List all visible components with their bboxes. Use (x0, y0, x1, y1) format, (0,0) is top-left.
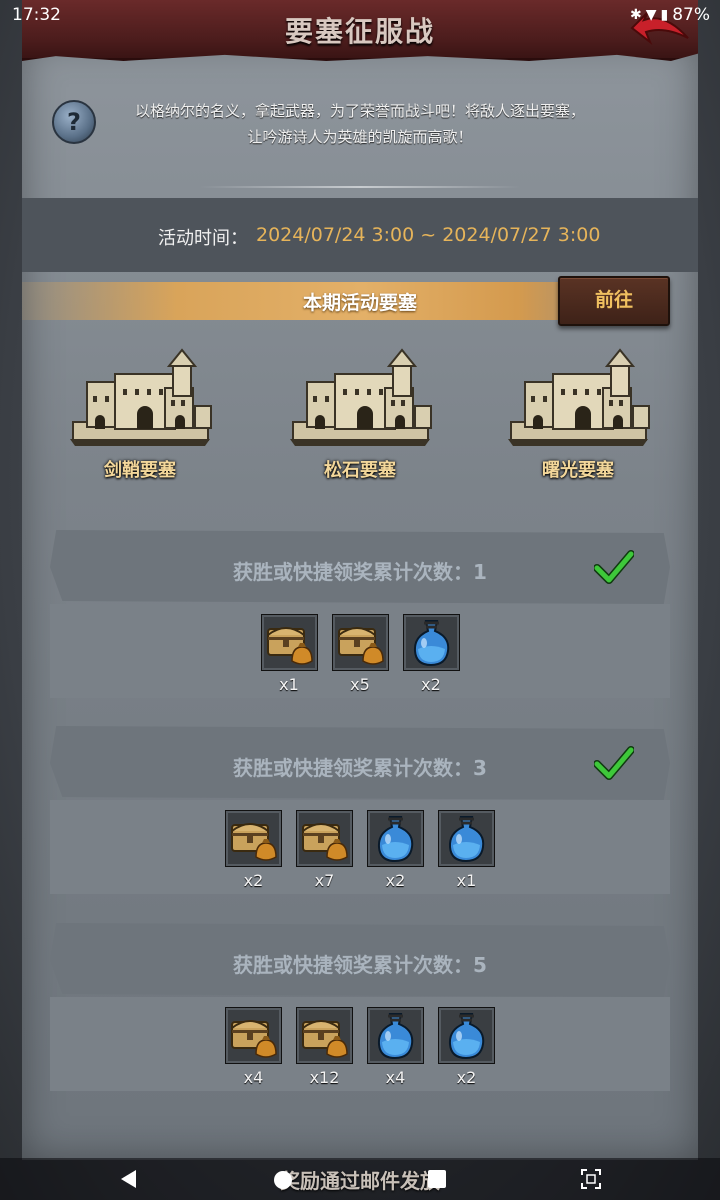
fortress-card[interactable]: 松石要塞 (280, 344, 440, 489)
reward-item[interactable]: x2 (367, 810, 424, 890)
reward-count: x2 (243, 871, 264, 890)
status-bar: 17:32 ✱ ▼ ▮ 87% (0, 0, 720, 30)
treasure-chest-icon (296, 810, 353, 867)
checkmark-icon (593, 746, 635, 782)
event-description: 以格纳尔的名义，拿起武器，为了荣誉而战斗吧！将敌人逐出要塞， 让吟游诗人为英雄的… (100, 98, 620, 150)
reward-item[interactable]: x7 (296, 810, 353, 890)
reward-count: x7 (314, 871, 335, 890)
treasure-chest-icon (260, 614, 318, 671)
blue-potion-icon (438, 810, 495, 867)
reward-item[interactable]: x4 (367, 1007, 424, 1087)
fortress-name: 松石要塞 (324, 460, 396, 481)
clock: 17:32 (12, 5, 61, 25)
fortress-name: 曙光要塞 (542, 460, 614, 481)
divider (200, 186, 520, 188)
fortress-name: 剑鞘要塞 (104, 460, 176, 481)
reward-count: x2 (456, 1068, 477, 1087)
go-button[interactable]: 前往 (558, 276, 670, 326)
castle-icon (60, 344, 220, 454)
description-line-2: 让吟游诗人为英雄的凯旋而高歌！ (247, 128, 473, 146)
nav-recents-icon[interactable] (428, 1170, 446, 1188)
nav-back-icon[interactable] (118, 1168, 140, 1190)
bluetooth-icon: ✱ (629, 7, 642, 23)
reward-item[interactable]: x12 (296, 1007, 353, 1087)
reward-count: x2 (421, 675, 441, 694)
reward-item[interactable]: x2 (438, 1007, 495, 1087)
help-icon[interactable]: ? (52, 100, 96, 144)
screenshot-icon[interactable] (580, 1168, 602, 1190)
reward-count: x1 (279, 675, 299, 694)
battery-level: 87% (672, 5, 710, 25)
reward-count: x4 (385, 1068, 406, 1087)
blue-potion-icon (438, 1007, 495, 1064)
fortress-card[interactable]: 剑鞘要塞 (60, 344, 220, 489)
treasure-chest-icon (331, 614, 389, 671)
castle-icon (280, 344, 440, 454)
reward-item[interactable]: x5 (331, 614, 389, 694)
wifi-icon: ▼ (645, 7, 657, 23)
reward-item[interactable]: x4 (225, 1007, 282, 1087)
reward-count: x5 (350, 675, 370, 694)
event-time-label: 活动时间： (158, 228, 248, 249)
reward-item[interactable]: x2 (225, 810, 282, 890)
reward-count: x12 (309, 1068, 340, 1087)
reward-tier: 获胜或快捷领奖累计次数：5 x4 x12 x4 x2 (50, 923, 670, 1093)
nav-home-icon[interactable] (274, 1171, 292, 1189)
castle-icon (498, 344, 658, 454)
fortress-card[interactable]: 曙光要塞 (498, 344, 658, 489)
treasure-chest-icon (225, 1007, 282, 1064)
reward-item[interactable]: x1 (438, 810, 495, 890)
event-time-value: 2024/07/24 3:00 ~ 2024/07/27 3:00 (256, 224, 601, 246)
reward-items: x1 x5 x2 (50, 614, 670, 694)
reward-tier: 获胜或快捷领奖累计次数：3 x2 x7 x2 x1 (50, 726, 670, 896)
reward-count: x2 (385, 871, 406, 890)
tier-title: 获胜或快捷领奖累计次数：3 (233, 756, 487, 780)
reward-tier: 获胜或快捷领奖累计次数：1 x1 x5 x2 (50, 530, 670, 700)
reward-count: x4 (243, 1068, 264, 1087)
tier-title: 获胜或快捷领奖累计次数：5 (233, 953, 487, 977)
blue-potion-icon (402, 614, 460, 671)
reward-items: x2 x7 x2 x1 (50, 810, 670, 890)
mail-delivery-note: 奖励通过邮件发放 (280, 1169, 440, 1193)
reward-count: x1 (456, 871, 477, 890)
treasure-chest-icon (225, 810, 282, 867)
description-line-1: 以格纳尔的名义，拿起武器，为了荣誉而战斗吧！将敌人逐出要塞， (134, 102, 585, 120)
reward-items: x4 x12 x4 x2 (50, 1007, 670, 1087)
reward-item[interactable]: x1 (260, 614, 318, 694)
treasure-chest-icon (296, 1007, 353, 1064)
battery-icon: ▮ (660, 7, 669, 23)
reward-item[interactable]: x2 (402, 614, 460, 694)
blue-potion-icon (367, 810, 424, 867)
blue-potion-icon (367, 1007, 424, 1064)
tier-title: 获胜或快捷领奖累计次数：1 (233, 560, 487, 584)
checkmark-icon (593, 550, 635, 586)
